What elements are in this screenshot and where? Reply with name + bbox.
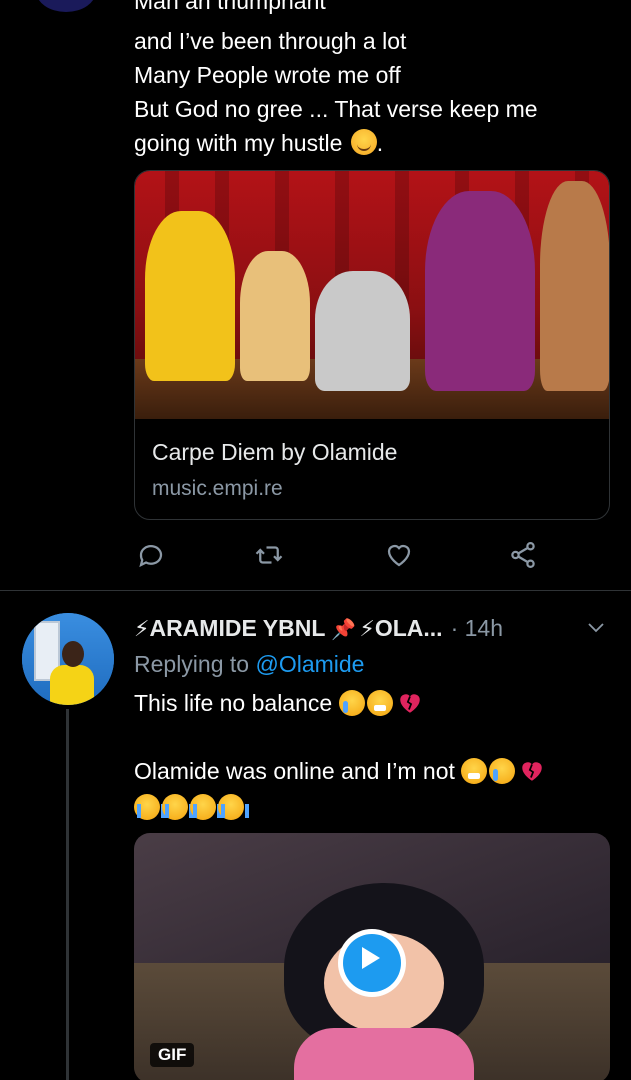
tweet-punct: . [376, 130, 384, 156]
smiling-face-emoji-icon [350, 129, 377, 155]
reply-icon[interactable] [136, 540, 166, 570]
tweet-text: going with my hustle [134, 130, 343, 156]
broken-heart-emoji-icon [522, 762, 543, 781]
tweet[interactable]: Man an triumphant and I’ve been through … [0, 0, 631, 590]
crying-face-emoji-icon [489, 758, 516, 784]
tweet-text-line: But God no gree ... That verse keep me [134, 96, 538, 122]
tweet-actions [0, 540, 631, 570]
display-name-continued[interactable]: OLA... [375, 615, 443, 641]
tweet-text: Olamide was online and I’m not [134, 758, 455, 784]
card-title: Carpe Diem by Olamide [152, 439, 398, 465]
mention-link[interactable]: @Olamide [255, 651, 364, 677]
loudly-crying-emoji-icon [190, 794, 221, 820]
face-with-steam-emoji-icon [461, 758, 488, 784]
display-name[interactable]: ARAMIDE YBNL [149, 615, 325, 641]
tweet[interactable]: ⚡ARAMIDE YBNL 📌 ⚡OLA... · 14h Replying to @… [0, 591, 631, 1080]
broken-heart-emoji-icon [399, 694, 420, 713]
loudly-crying-emoji-icon [218, 794, 249, 820]
tweet-text-line: Many People wrote me off [134, 62, 401, 88]
pushpin-icon: 📌 [331, 619, 357, 641]
like-icon[interactable] [384, 540, 414, 570]
crying-face-emoji-icon [338, 690, 365, 716]
loudly-crying-emoji-icon [162, 794, 193, 820]
gif-media[interactable]: GIF [134, 833, 610, 1080]
share-icon[interactable] [508, 540, 538, 570]
retweet-icon[interactable] [254, 540, 284, 570]
tweet-text-line: and I’ve been through a lot [134, 28, 407, 54]
link-card[interactable]: Carpe Diem by Olamide music.empi.re [134, 170, 610, 520]
play-button-icon[interactable] [338, 929, 406, 997]
face-with-steam-emoji-icon [366, 690, 393, 716]
tweet-text-partial: Man an triumphant [134, 0, 326, 14]
replying-to: Replying to @Olamide [134, 649, 364, 679]
lightning-icon: ⚡ [359, 616, 375, 641]
tweet-text-line: This life no balance [134, 687, 423, 719]
gif-badge: GIF [150, 1043, 195, 1067]
chevron-down-icon[interactable] [584, 615, 608, 639]
avatar[interactable] [36, 0, 96, 12]
tweet-time: · 14h [450, 615, 503, 641]
lightning-icon: ⚡ [134, 616, 150, 641]
emoji-row [134, 791, 249, 823]
loudly-crying-emoji-icon [134, 794, 165, 820]
avatar[interactable] [22, 613, 114, 705]
tweet-text-line: Olamide was online and I’m not [134, 755, 545, 787]
tweet-text-line-last: going with my hustle . [134, 126, 614, 160]
card-image [135, 171, 609, 419]
tweet-header: ⚡ARAMIDE YBNL 📌 ⚡OLA... · 14h [134, 613, 503, 643]
thread-line [66, 709, 69, 1080]
replying-prefix: Replying to [134, 651, 256, 677]
card-domain: music.empi.re [152, 477, 283, 500]
tweet-text: This life no balance [134, 690, 333, 716]
